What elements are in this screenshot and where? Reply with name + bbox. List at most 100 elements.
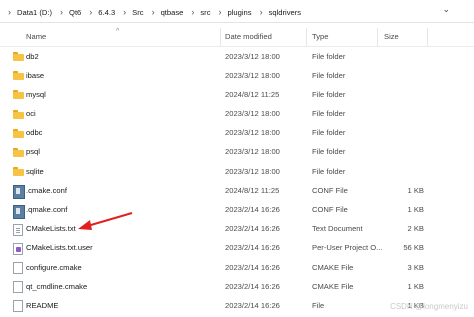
file-date-modified: 2023/2/14 16:26 xyxy=(225,224,280,234)
file-date-modified: 2023/2/14 16:26 xyxy=(225,281,280,291)
chevron-right-icon[interactable]: › xyxy=(260,7,263,17)
file-name: ibase xyxy=(26,70,45,80)
file-date-modified: 2024/8/12 11:25 xyxy=(225,185,280,195)
list-item[interactable]: CMakeLists.txt 2023/2/14 16:26 Text Docume… xyxy=(0,221,474,240)
user-file-icon xyxy=(13,242,23,255)
list-item[interactable]: db2 2023/3/12 18:00 File folder xyxy=(0,48,474,67)
file-type: CONF File xyxy=(312,185,348,195)
folder-icon xyxy=(13,90,24,100)
file-name: oci xyxy=(26,109,36,119)
file-date-modified: 2023/3/12 18:00 xyxy=(225,128,280,138)
folder-icon xyxy=(13,167,24,177)
file-date-modified: 2023/2/14 16:26 xyxy=(225,243,280,253)
file-date-modified: 2023/3/12 18:00 xyxy=(225,51,280,61)
list-item[interactable]: oci 2023/3/12 18:00 File folder xyxy=(0,106,474,125)
file-size: 1 KB xyxy=(407,281,424,291)
file-icon xyxy=(13,281,23,294)
address-bar[interactable]: › Data1 (D:) › Qt6 › 6.4.3 › Src › qtbas… xyxy=(0,0,474,23)
file-name: mysql xyxy=(26,89,46,99)
file-date-modified: 2023/2/14 16:26 xyxy=(225,300,280,310)
watermark: CSDN @longmenyizu xyxy=(390,302,468,311)
column-divider[interactable] xyxy=(377,28,378,46)
file-name: .cmake.conf xyxy=(26,185,67,195)
breadcrumb-item-plugins[interactable]: plugins xyxy=(228,8,252,17)
file-type: File folder xyxy=(312,166,346,176)
file-date-modified: 2023/3/12 18:00 xyxy=(225,109,280,119)
chevron-right-icon[interactable]: › xyxy=(219,7,222,17)
breadcrumb-item-qtbase[interactable]: qtbase xyxy=(161,8,184,17)
file-type: File folder xyxy=(312,89,346,99)
list-item[interactable]: qt_cmdline.cmake 2023/2/14 16:26 CMAKE Fil… xyxy=(0,278,474,297)
file-name: CMakeLists.txt xyxy=(26,224,76,234)
file-date-modified: 2023/2/14 16:26 xyxy=(225,262,280,272)
file-type: File folder xyxy=(312,51,346,61)
chevron-right-icon[interactable]: › xyxy=(60,7,63,17)
column-type[interactable]: Type xyxy=(312,32,328,41)
column-name[interactable]: Name xyxy=(26,32,46,41)
file-type: Text Document xyxy=(312,224,363,234)
file-size: 1 KB xyxy=(407,185,424,195)
breadcrumb-item-src[interactable]: Src xyxy=(132,8,143,17)
file-size: 3 KB xyxy=(407,262,424,272)
breadcrumb-item-src2[interactable]: src xyxy=(200,8,210,17)
folder-icon xyxy=(13,52,24,61)
folder-icon xyxy=(13,71,24,81)
file-name: .qmake.conf xyxy=(26,205,68,214)
chevron-right-icon[interactable]: › xyxy=(191,7,194,17)
column-date-modified[interactable]: Date modified xyxy=(225,32,272,41)
file-date-modified: 2023/2/14 16:26 xyxy=(225,205,280,214)
list-item[interactable]: mysql 2024/8/12 11:25 File folder xyxy=(0,86,474,105)
file-name: CMakeLists.txt.user xyxy=(26,243,93,253)
file-date-modified: 2023/3/12 18:00 xyxy=(225,166,280,176)
list-item[interactable]: .cmake.conf 2024/8/12 11:25 CONF File 1 KB xyxy=(0,182,474,201)
chevron-right-icon: › xyxy=(8,7,11,17)
column-size[interactable]: Size xyxy=(384,32,399,41)
breadcrumb-item-sqldrivers[interactable]: sqldrivers xyxy=(269,8,302,17)
file-size: 56 KB xyxy=(403,243,424,253)
file-name: configure.cmake xyxy=(26,262,82,272)
folder-icon xyxy=(13,109,24,119)
file-type: File folder xyxy=(312,147,346,157)
file-type: CMAKE File xyxy=(312,281,354,291)
file-type: File folder xyxy=(312,109,346,119)
file-size: 1 KB xyxy=(407,205,424,214)
file-name: odbc xyxy=(26,128,43,138)
file-size: 2 KB xyxy=(407,224,424,234)
file-name: psql xyxy=(26,147,40,157)
file-name: sqlite xyxy=(26,166,44,176)
column-headers: ^ Name Date modified Type Size xyxy=(0,28,474,47)
file-list: db2 2023/3/12 18:00 File folder ibase 2023/3… xyxy=(0,48,474,317)
column-divider[interactable] xyxy=(220,28,221,46)
column-divider[interactable] xyxy=(427,28,428,46)
file-type: Per-User Project O... xyxy=(312,243,383,253)
chevron-right-icon[interactable]: › xyxy=(152,7,155,17)
breadcrumb: › Data1 (D:) › Qt6 › 6.4.3 › Src › qtbas… xyxy=(0,5,301,19)
file-type: File xyxy=(312,300,325,310)
list-item[interactable]: CMakeLists.txt.user 2023/2/14 16:26 Per-Us… xyxy=(0,240,474,259)
file-name: db2 xyxy=(26,51,39,61)
list-item[interactable]: odbc 2023/3/12 18:00 File folder xyxy=(0,125,474,144)
chevron-right-icon[interactable]: › xyxy=(123,7,126,17)
file-name: qt_cmdline.cmake xyxy=(26,281,88,291)
file-date-modified: 2023/3/12 18:00 xyxy=(225,147,280,157)
file-date-modified: 2023/3/12 18:00 xyxy=(225,70,280,80)
list-item[interactable]: sqlite 2023/3/12 18:00 File folder xyxy=(0,163,474,182)
file-type: File folder xyxy=(312,128,346,138)
file-date-modified: 2024/8/12 11:25 xyxy=(225,89,280,99)
breadcrumb-item-data1[interactable]: Data1 (D:) xyxy=(17,8,52,17)
file-type: CMAKE File xyxy=(312,262,354,272)
column-divider[interactable] xyxy=(306,28,307,46)
text-file-icon xyxy=(13,223,23,236)
file-type: File folder xyxy=(312,70,346,80)
list-item[interactable]: .qmake.conf 2023/2/14 16:26 CONF File 1 KB xyxy=(0,202,474,221)
list-item[interactable]: psql 2023/3/12 18:00 File folder xyxy=(0,144,474,163)
list-item[interactable]: configure.cmake 2023/2/14 16:26 CMAKE File… xyxy=(0,259,474,278)
chevron-right-icon[interactable]: › xyxy=(89,7,92,17)
list-item[interactable]: ibase 2023/3/12 18:00 File folder xyxy=(0,67,474,86)
sort-up-icon: ^ xyxy=(116,28,120,35)
breadcrumb-item-qt6[interactable]: Qt6 xyxy=(69,8,81,17)
conf-file-icon xyxy=(13,185,25,200)
chevron-down-icon[interactable]: ⌄ xyxy=(442,4,450,15)
folder-icon xyxy=(13,147,24,157)
breadcrumb-item-version[interactable]: 6.4.3 xyxy=(98,8,115,17)
